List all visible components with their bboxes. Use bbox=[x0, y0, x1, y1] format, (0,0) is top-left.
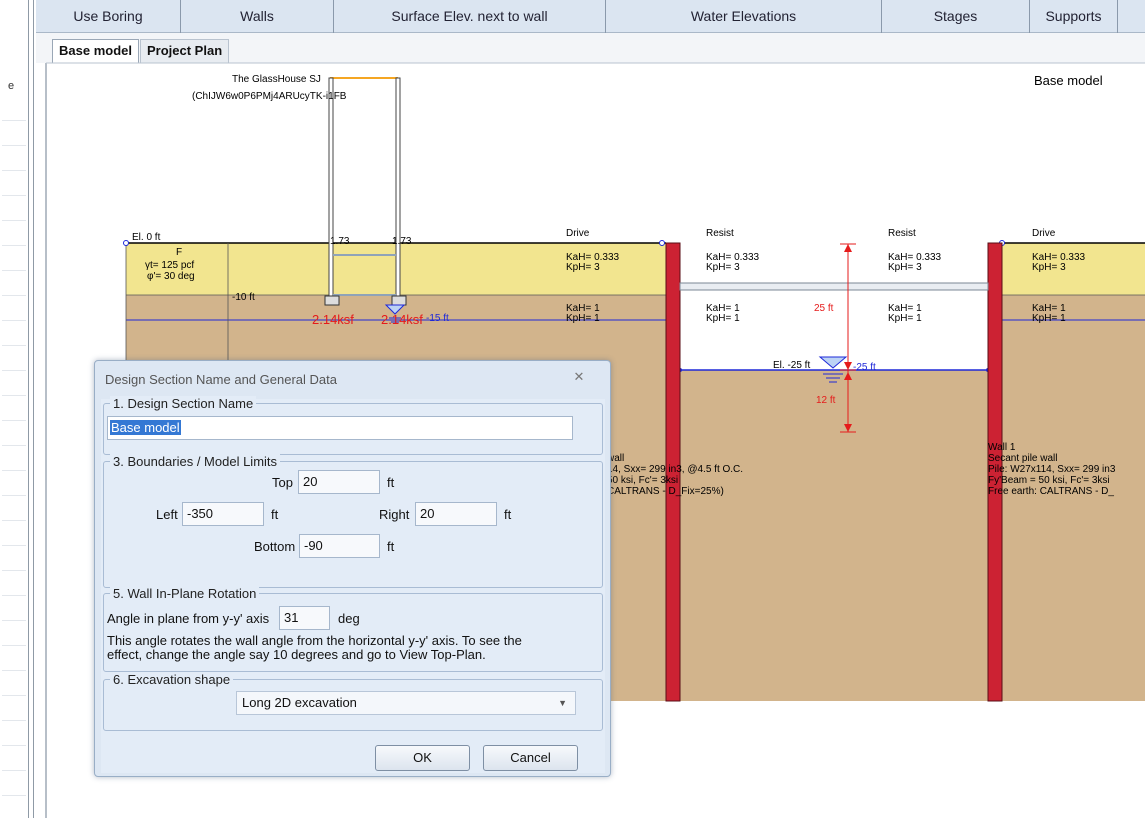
right-label: Right bbox=[379, 507, 410, 522]
layer-depth-label: -10 ft bbox=[232, 292, 255, 303]
right-limit-input[interactable]: 20 bbox=[415, 502, 497, 526]
footing-load-label: 1.73 bbox=[330, 236, 350, 247]
angle-label: Angle in plane from y-y' axis bbox=[107, 611, 270, 626]
bottom-limit-input[interactable]: -90 bbox=[299, 534, 380, 558]
rotation-help-line: effect, change the angle say 10 degrees … bbox=[107, 647, 486, 662]
boundaries-legend: 3. Boundaries / Model Limits bbox=[110, 454, 281, 470]
section-name-value: Base model bbox=[110, 420, 181, 435]
top-unit: ft bbox=[387, 475, 395, 490]
soil-layer-lower-right bbox=[1002, 295, 1145, 701]
excavation-shape-value: Long 2D excavation bbox=[242, 695, 357, 710]
water-level-label: -15 ft bbox=[426, 313, 449, 324]
angle-unit: deg bbox=[338, 611, 360, 626]
dimension-arrow bbox=[844, 244, 852, 252]
panel-kph: KpH= 1 bbox=[1032, 313, 1066, 324]
bearing-stress-label: 2.14ksf bbox=[312, 312, 354, 327]
model-name-label: Base model bbox=[1034, 73, 1103, 88]
close-icon[interactable]: ✕ bbox=[569, 369, 589, 387]
panel-heading: Drive bbox=[566, 228, 590, 239]
soil-layer-excavation-base bbox=[678, 370, 990, 701]
top-limit-input[interactable]: 20 bbox=[298, 470, 380, 494]
footing-left bbox=[324, 295, 340, 306]
left-limit-input[interactable]: -350 bbox=[182, 502, 264, 526]
wall-note: CALTRANS - D_Fix=25%) bbox=[607, 486, 724, 497]
dialog-title: Design Section Name and General Data bbox=[105, 372, 337, 387]
water-marker-excavation-icon bbox=[818, 356, 848, 369]
panel-kph: KpH= 3 bbox=[888, 262, 922, 273]
wall-note: Free earth: CALTRANS - D_ bbox=[988, 486, 1114, 497]
excavation-shape-legend: 6. Excavation shape bbox=[110, 672, 234, 688]
angle-input[interactable]: 31 bbox=[279, 606, 330, 630]
excavation-elevation-label: El. -25 ft bbox=[773, 360, 811, 371]
panel-heading: Drive bbox=[1032, 228, 1056, 239]
wall-note: Wall 1 bbox=[988, 442, 1016, 453]
panel-kph: KpH= 3 bbox=[706, 262, 740, 273]
bottom-label: Bottom bbox=[254, 539, 296, 554]
wall-note: 14, Sxx= 299 in3, @4.5 ft O.C. bbox=[607, 464, 744, 475]
panel-kph: KpH= 3 bbox=[566, 262, 600, 273]
panel-heading: Resist bbox=[706, 228, 734, 239]
section-name-input[interactable]: Base model bbox=[107, 416, 573, 440]
panel-kph: KpH= 3 bbox=[1032, 262, 1066, 273]
bearing-stress-label: 2.14ksf bbox=[381, 312, 423, 327]
panel-kph: KpH= 1 bbox=[566, 313, 600, 324]
rotation-group: 5. Wall In-Plane Rotation Angle in plane… bbox=[103, 586, 603, 672]
building-column-right bbox=[395, 77, 401, 297]
elevation-top-label: El. 0 ft bbox=[132, 232, 161, 243]
wall-note: Secant pile wall bbox=[988, 453, 1058, 464]
dialog-body: 1. Design Section Name Base model 3. Bou… bbox=[101, 396, 605, 773]
footing-load-label: 1.73 bbox=[392, 236, 412, 247]
boundaries-group: 3. Boundaries / Model Limits Top 20 ft L… bbox=[103, 454, 603, 588]
panel-kph: KpH= 1 bbox=[888, 313, 922, 324]
site-id: (ChIJW6w0P6PMj4ARUcyTK-i1FB bbox=[192, 91, 347, 102]
panel-heading: Resist bbox=[888, 228, 916, 239]
bottom-unit: ft bbox=[387, 539, 395, 554]
footing-right bbox=[391, 295, 407, 306]
excavation-shape-group: 6. Excavation shape Long 2D excavation ▼ bbox=[103, 672, 603, 731]
wall-note: Fy'Beam = 50 ksi, Fc'= 3ksi bbox=[988, 475, 1110, 486]
soil-name: F bbox=[176, 247, 183, 258]
strut-support bbox=[679, 282, 989, 291]
surface-node bbox=[659, 240, 665, 246]
excavation-water-label: -25 ft bbox=[853, 362, 876, 373]
rotation-legend: 5. Wall In-Plane Rotation bbox=[110, 586, 260, 602]
surface-node bbox=[123, 240, 129, 246]
building-column-left bbox=[328, 77, 334, 297]
embedment-depth-label: 12 ft bbox=[816, 395, 836, 406]
panel-kph: KpH= 1 bbox=[706, 313, 740, 324]
design-section-dialog: Design Section Name and General Data ✕ 1… bbox=[94, 360, 611, 777]
soil-unit-weight: γt= 125 pcf bbox=[145, 260, 195, 271]
soil-layer-upper-right bbox=[1002, 243, 1145, 295]
top-label: Top bbox=[272, 475, 293, 490]
right-unit: ft bbox=[504, 507, 512, 522]
left-label: Left bbox=[156, 507, 178, 522]
ok-button[interactable]: OK bbox=[375, 745, 470, 771]
excavation-depth-label: 25 ft bbox=[814, 303, 834, 314]
section-name-legend: 1. Design Section Name bbox=[110, 396, 257, 412]
excavation-shape-select[interactable]: Long 2D excavation ▼ bbox=[236, 691, 576, 715]
wall-note: 50 ksi, Fc'= 3ksi bbox=[607, 475, 679, 486]
section-name-group: 1. Design Section Name Base model bbox=[103, 396, 603, 455]
soil-friction-angle: φ'= 30 deg bbox=[147, 271, 195, 282]
chevron-down-icon[interactable]: ▼ bbox=[558, 692, 567, 714]
cancel-button[interactable]: Cancel bbox=[483, 745, 578, 771]
dimension-arrow bbox=[844, 362, 852, 370]
wall-note: Pile: W27x114, Sxx= 299 in3 bbox=[988, 464, 1116, 475]
left-unit: ft bbox=[271, 507, 279, 522]
site-title: The GlassHouse SJ bbox=[232, 74, 321, 85]
